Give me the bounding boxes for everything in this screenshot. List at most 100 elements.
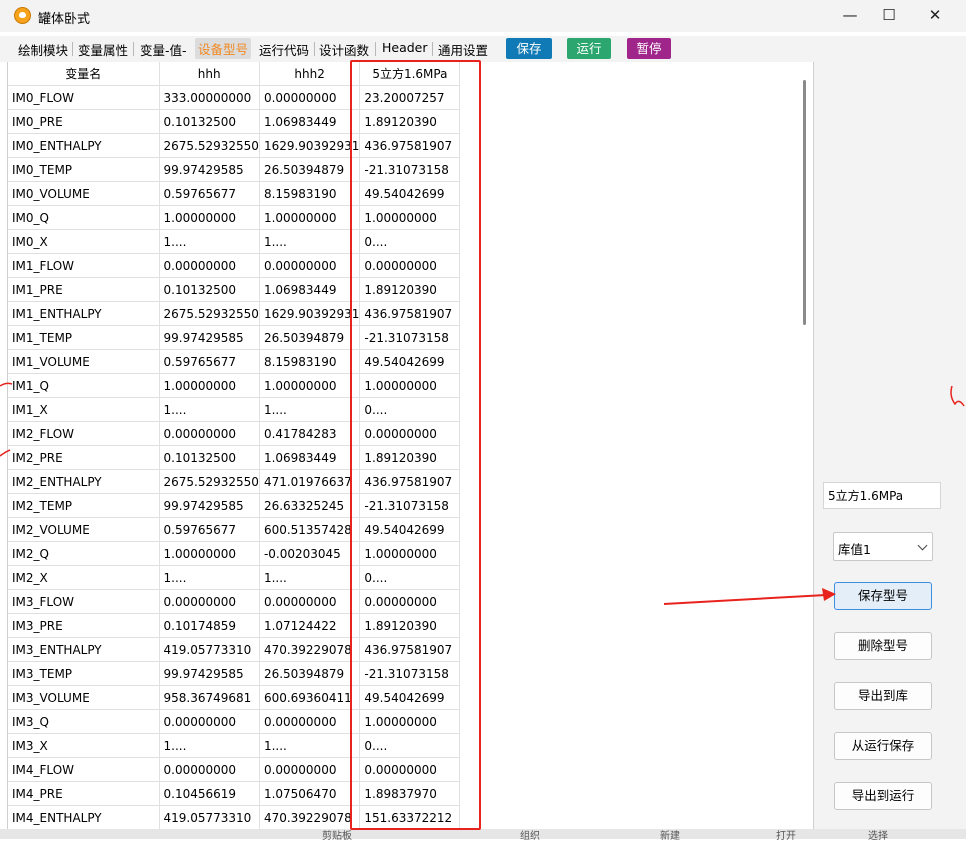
variable-name-cell[interactable]: IM1_X [8, 397, 160, 422]
value-cell[interactable]: 0.00000000 [359, 589, 461, 614]
value-cell[interactable]: 0.00000000 [359, 421, 461, 446]
table-row[interactable]: IM2_Q 1.00000000 -0.00203045 1.00000000 [8, 541, 461, 566]
variable-name-cell[interactable]: IM0_PRE [8, 109, 160, 134]
table-row[interactable]: IM2_X 1.... 1.... 0.... [8, 565, 461, 590]
maximize-button[interactable]: ☐ [866, 0, 912, 32]
value-cell[interactable]: 99.97429585 [159, 157, 260, 182]
value-cell[interactable]: 151.63372212 [359, 805, 461, 830]
value-cell[interactable]: 1.00000000 [259, 373, 361, 398]
value-cell[interactable]: 419.05773310 [159, 637, 260, 662]
variable-name-cell[interactable]: IM1_TEMP [8, 325, 160, 350]
table-row[interactable]: IM0_TEMP 99.97429585 26.50394879 -21.310731… [8, 157, 461, 182]
variable-name-cell[interactable]: IM0_Q [8, 205, 160, 230]
variable-name-cell[interactable]: IM0_ENTHALPY [8, 133, 160, 158]
model-data-grid[interactable]: 变量名 hhh hhh2 5立方1.6MPa IM0_FLOW 333.00000… [7, 62, 798, 839]
delete-model-button[interactable]: 删除型号 [834, 632, 932, 660]
value-cell[interactable]: 26.50394879 [259, 157, 361, 182]
value-cell[interactable]: 1.00000000 [359, 541, 461, 566]
tab-general-settings[interactable]: 通用设置 [438, 40, 488, 59]
value-cell[interactable]: 2675.52932550 [159, 301, 260, 326]
variable-name-cell[interactable]: IM3_TEMP [8, 661, 160, 686]
pause-button[interactable]: 暂停 [627, 38, 671, 59]
value-cell[interactable]: 1.89120390 [359, 277, 461, 302]
value-cell[interactable]: 0.00000000 [259, 757, 361, 782]
value-cell[interactable]: -21.31073158 [359, 157, 461, 182]
value-cell[interactable]: 99.97429585 [159, 325, 260, 350]
variable-name-cell[interactable]: IM0_VOLUME [8, 181, 160, 206]
variable-name-cell[interactable]: IM2_VOLUME [8, 517, 160, 542]
save-button[interactable]: 保存 [506, 38, 552, 59]
table-row[interactable]: IM1_Q 1.00000000 1.00000000 1.00000000 [8, 373, 461, 398]
value-cell[interactable]: 1.06983449 [259, 109, 361, 134]
value-cell[interactable]: 26.50394879 [259, 325, 361, 350]
value-cell[interactable]: 1629.90392931 [259, 133, 361, 158]
table-row[interactable]: IM0_X 1.... 1.... 0.... [8, 229, 461, 254]
value-cell[interactable]: 0.00000000 [359, 757, 461, 782]
column-header-variable-name[interactable]: 变量名 [8, 62, 160, 86]
value-cell[interactable]: -0.00203045 [259, 541, 361, 566]
value-cell[interactable]: 1.89120390 [359, 613, 461, 638]
tab-header[interactable]: Header [382, 40, 428, 55]
value-cell[interactable]: 1.... [259, 229, 361, 254]
variable-name-cell[interactable]: IM1_PRE [8, 277, 160, 302]
scrollbar-thumb[interactable] [803, 80, 806, 325]
table-row[interactable]: IM0_PRE 0.10132500 1.06983449 1.89120390 [8, 109, 461, 134]
value-cell[interactable]: 49.54042699 [359, 181, 461, 206]
table-row[interactable]: IM1_FLOW 0.00000000 0.00000000 0.00000000 [8, 253, 461, 278]
save-from-run-button[interactable]: 从运行保存 [834, 732, 932, 760]
value-cell[interactable]: 1.... [159, 565, 260, 590]
tab-design-function[interactable]: 设计函数 [319, 40, 369, 59]
variable-name-cell[interactable]: IM3_FLOW [8, 589, 160, 614]
value-cell[interactable]: 0.00000000 [359, 253, 461, 278]
value-cell[interactable]: 1.00000000 [259, 205, 361, 230]
value-cell[interactable]: 600.69360411 [259, 685, 361, 710]
library-select[interactable]: 库值1 [833, 532, 933, 561]
table-row[interactable]: IM3_PRE 0.10174859 1.07124422 1.89120390 [8, 613, 461, 638]
value-cell[interactable]: -21.31073158 [359, 325, 461, 350]
value-cell[interactable]: 470.39229078 [259, 637, 361, 662]
variable-name-cell[interactable]: IM4_PRE [8, 781, 160, 806]
table-row[interactable]: IM1_PRE 0.10132500 1.06983449 1.89120390 [8, 277, 461, 302]
value-cell[interactable]: 0.00000000 [259, 709, 361, 734]
variable-name-cell[interactable]: IM2_PRE [8, 445, 160, 470]
value-cell[interactable]: 8.15983190 [259, 349, 361, 374]
value-cell[interactable]: 0.59765677 [159, 517, 260, 542]
value-cell[interactable]: 0.00000000 [159, 421, 260, 446]
variable-name-cell[interactable]: IM2_TEMP [8, 493, 160, 518]
value-cell[interactable]: 1.... [259, 565, 361, 590]
save-model-button[interactable]: 保存型号 [834, 582, 932, 610]
value-cell[interactable]: 23.20007257 [359, 85, 461, 110]
variable-name-cell[interactable]: IM1_VOLUME [8, 349, 160, 374]
export-to-run-button[interactable]: 导出到运行 [834, 782, 932, 810]
value-cell[interactable]: 436.97581907 [359, 133, 461, 158]
value-cell[interactable]: 600.51357428 [259, 517, 361, 542]
table-row[interactable]: IM1_X 1.... 1.... 0.... [8, 397, 461, 422]
column-header-hhh2[interactable]: hhh2 [259, 62, 361, 86]
table-row[interactable]: IM1_TEMP 99.97429585 26.50394879 -21.310731… [8, 325, 461, 350]
value-cell[interactable]: 436.97581907 [359, 469, 461, 494]
variable-name-cell[interactable]: IM0_FLOW [8, 85, 160, 110]
table-row[interactable]: IM0_Q 1.00000000 1.00000000 1.00000000 [8, 205, 461, 230]
value-cell[interactable]: 0.... [359, 733, 461, 758]
table-row[interactable]: IM3_X 1.... 1.... 0.... [8, 733, 461, 758]
value-cell[interactable]: 1.00000000 [359, 373, 461, 398]
variable-name-cell[interactable]: IM3_ENTHALPY [8, 637, 160, 662]
value-cell[interactable]: 958.36749681 [159, 685, 260, 710]
value-cell[interactable]: 0.00000000 [259, 85, 361, 110]
value-cell[interactable]: 471.01976637 [259, 469, 361, 494]
value-cell[interactable]: -21.31073158 [359, 493, 461, 518]
value-cell[interactable]: 2675.52932550 [159, 133, 260, 158]
tab-device-model[interactable]: 设备型号 [195, 38, 252, 59]
tab-draw-module[interactable]: 绘制模块 [18, 40, 68, 59]
value-cell[interactable]: 0.10132500 [159, 445, 260, 470]
value-cell[interactable]: 1.... [159, 733, 260, 758]
variable-name-cell[interactable]: IM4_FLOW [8, 757, 160, 782]
value-cell[interactable]: 99.97429585 [159, 661, 260, 686]
table-row[interactable]: IM2_PRE 0.10132500 1.06983449 1.89120390 [8, 445, 461, 470]
table-row[interactable]: IM2_VOLUME 0.59765677 600.51357428 49.54042… [8, 517, 461, 542]
value-cell[interactable]: 1.... [159, 229, 260, 254]
table-row[interactable]: IM3_TEMP 99.97429585 26.50394879 -21.310731… [8, 661, 461, 686]
grid-vertical-scrollbar[interactable] [797, 62, 813, 839]
table-row[interactable]: IM0_FLOW 333.00000000 0.00000000 23.2000725… [8, 85, 461, 110]
value-cell[interactable]: 1.06983449 [259, 277, 361, 302]
